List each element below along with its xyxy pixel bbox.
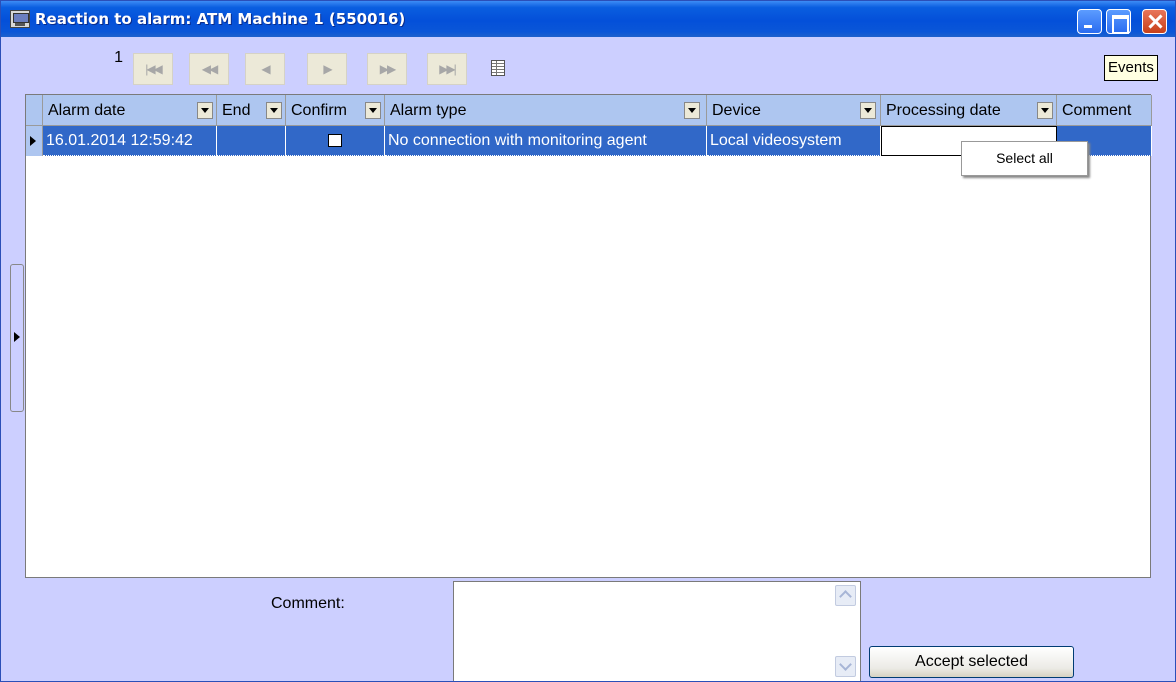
end-filter-dropdown[interactable] <box>266 102 282 119</box>
context-menu-select-all[interactable]: Select all <box>961 141 1088 176</box>
maximize-icon[interactable] <box>1106 9 1131 34</box>
cell-end[interactable] <box>217 126 286 156</box>
column-header-label: Alarm date <box>48 102 126 119</box>
column-header-label: End <box>222 102 251 119</box>
processing-date-filter-dropdown[interactable] <box>1037 102 1053 119</box>
column-header-device[interactable]: Device <box>707 95 881 126</box>
column-header-label: Device <box>712 102 761 119</box>
first-record-button[interactable]: |◀◀ <box>133 53 173 85</box>
cell-confirm[interactable] <box>286 126 385 156</box>
column-header-label: Comment <box>1062 102 1132 119</box>
alarm-type-filter-dropdown[interactable] <box>684 102 700 119</box>
cell-device[interactable]: Local videosystem <box>707 126 881 156</box>
comment-label: Comment: <box>271 595 345 612</box>
previous-record-button[interactable]: ◀ <box>245 53 285 85</box>
column-header-processing-date[interactable]: Processing date <box>881 95 1057 126</box>
window-title: Reaction to alarm: ATM Machine 1 (550016… <box>35 10 406 28</box>
panel-splitter-handle[interactable] <box>10 264 24 412</box>
column-header-alarm-type[interactable]: Alarm type <box>385 95 707 126</box>
accept-selected-button[interactable]: Accept selected <box>869 646 1074 678</box>
navigator-toolbar <box>1 37 1175 92</box>
alarm-reaction-window: Reaction to alarm: ATM Machine 1 (550016… <box>0 0 1176 682</box>
scroll-down-icon[interactable] <box>835 656 856 677</box>
column-header-comment[interactable]: Comment <box>1057 95 1152 126</box>
minimize-icon[interactable] <box>1077 9 1102 34</box>
column-header-label: Alarm type <box>390 102 467 119</box>
next-record-button[interactable]: ▶ <box>307 53 347 85</box>
next-page-button[interactable]: ▶▶ <box>367 53 407 85</box>
device-filter-dropdown[interactable] <box>860 102 876 119</box>
scroll-up-icon[interactable] <box>835 585 856 606</box>
column-header-label: Processing date <box>886 102 1001 119</box>
events-tooltip: Events <box>1104 55 1158 81</box>
previous-page-button[interactable]: ◀◀ <box>189 53 229 85</box>
last-record-button[interactable]: ▶▶| <box>427 53 467 85</box>
confirm-checkbox[interactable] <box>328 134 342 147</box>
header-indicator-cell <box>26 95 43 126</box>
comment-input[interactable] <box>453 581 861 681</box>
close-icon[interactable] <box>1142 9 1167 34</box>
current-row-indicator-icon <box>26 126 43 156</box>
app-monitor-icon <box>10 10 30 28</box>
page-number: 1 <box>114 49 123 66</box>
grid-settings-icon[interactable] <box>491 60 505 76</box>
grid-header-row: Alarm date End Confirm Alarm type Device… <box>26 95 1152 126</box>
column-header-label: Confirm <box>291 102 348 119</box>
alarm-date-filter-dropdown[interactable] <box>197 102 213 119</box>
column-header-alarm-date[interactable]: Alarm date <box>43 95 217 126</box>
cell-alarm-type[interactable]: No connection with monitoring agent <box>385 126 707 156</box>
confirm-filter-dropdown[interactable] <box>365 102 381 119</box>
cell-alarm-date[interactable]: 16.01.2014 12:59:42 <box>43 126 217 156</box>
title-bar[interactable]: Reaction to alarm: ATM Machine 1 (550016… <box>1 1 1175 37</box>
